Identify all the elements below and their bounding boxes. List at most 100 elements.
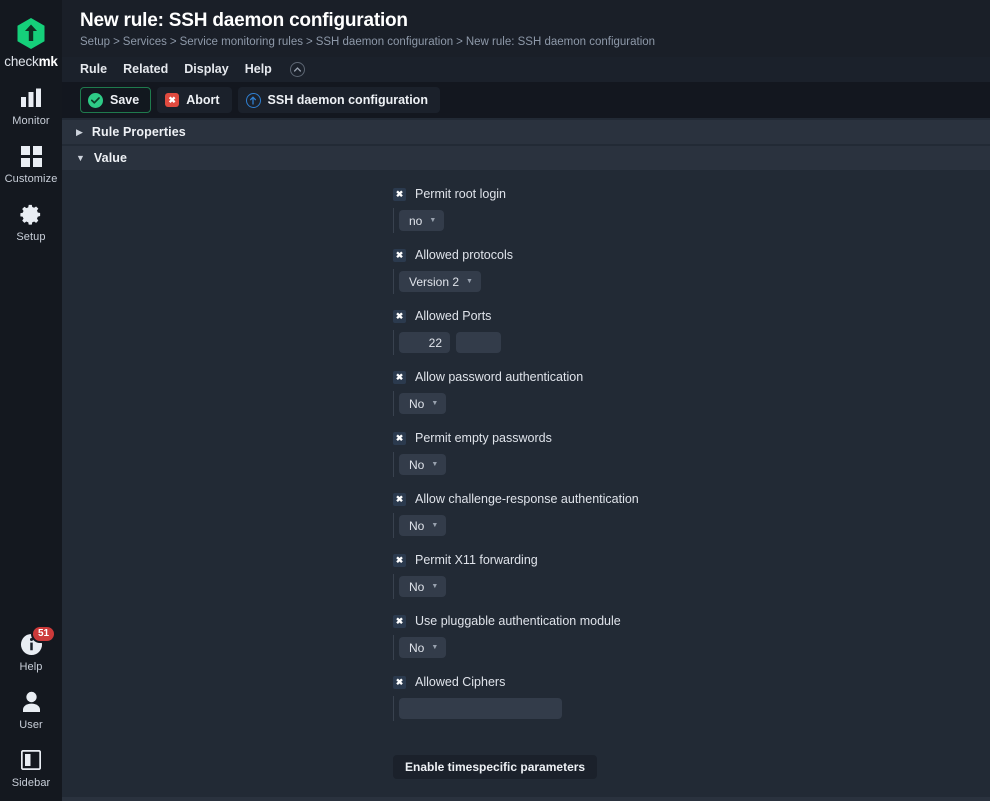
breadcrumb-item[interactable]: SSH daemon configuration: [316, 36, 453, 48]
field-checkbox[interactable]: ✖: [393, 431, 406, 445]
section-conditions[interactable]: ▶ Conditions: [62, 797, 990, 801]
allowed-protocols-select[interactable]: Version 2 ▼: [399, 271, 481, 292]
save-button-label: Save: [110, 93, 140, 107]
page-header: New rule: SSH daemon configuration Setup…: [62, 0, 990, 57]
chevron-down-icon: ▼: [466, 278, 473, 285]
value-form: ✖ Permit root login no ▼ ✖ Allowed proto…: [62, 170, 990, 795]
field-value-row: Version 2 ▼: [393, 269, 990, 294]
use-pluggable-authentication-module-select[interactable]: No ▼: [399, 637, 447, 658]
close-square-icon: ✖: [165, 93, 180, 107]
allowed-ports-secondary-input[interactable]: [456, 332, 501, 353]
sidebar-logo-text: checkmk: [4, 54, 58, 69]
sidebar-panel-icon: [18, 747, 44, 773]
select-value: No: [409, 640, 425, 655]
save-button[interactable]: Save: [80, 87, 152, 113]
ssh-daemon-configuration-button[interactable]: SSH daemon configuration: [237, 87, 440, 113]
field-label: Permit empty passwords: [415, 431, 552, 445]
field-checkbox[interactable]: ✖: [393, 309, 406, 323]
allow-challenge-response-authentication-select[interactable]: No ▼: [399, 515, 447, 536]
chevron-down-icon: ▼: [431, 583, 439, 590]
breadcrumb-item[interactable]: Setup: [80, 36, 110, 48]
sidebar-item-label: Monitor: [12, 115, 50, 127]
chevron-down-icon: ▼: [76, 152, 85, 163]
menu-item-rule[interactable]: Rule: [80, 57, 123, 82]
field-allowed-ports: ✖ Allowed Ports: [62, 308, 990, 355]
field-checkbox[interactable]: ✖: [393, 248, 406, 262]
section-title: Value: [93, 151, 128, 165]
chevron-down-icon: ▼: [431, 400, 439, 407]
check-circle-icon: [88, 92, 103, 108]
field-checkbox[interactable]: ✖: [393, 187, 406, 201]
field-label-row: ✖ Allowed protocols: [393, 247, 990, 263]
permit-root-login-select[interactable]: no ▼: [399, 210, 445, 231]
field-label: Use pluggable authentication module: [415, 614, 621, 628]
menu-item-help[interactable]: Help: [245, 57, 288, 82]
enable-timespecific-parameters-button[interactable]: Enable timespecific parameters: [393, 755, 598, 779]
chevron-down-icon: ▼: [431, 461, 439, 468]
bar-chart-icon: [18, 85, 44, 111]
select-value: No: [409, 457, 425, 472]
sidebar-item-setup[interactable]: Setup: [0, 192, 62, 250]
field-checkbox[interactable]: ✖: [393, 492, 406, 506]
field-label-row: ✖ Permit empty passwords: [393, 430, 990, 446]
field-value-row: No ▼: [393, 452, 990, 477]
sidebar-item-customize[interactable]: Customize: [0, 134, 62, 192]
field-permit-x11-forwarding: ✖ Permit X11 forwarding No ▼: [62, 552, 990, 599]
chevron-up-circle-icon[interactable]: [289, 62, 305, 77]
select-value: No: [409, 396, 425, 411]
field-permit-root-login: ✖ Permit root login no ▼: [62, 186, 990, 233]
allowed-ciphers-input[interactable]: [399, 698, 562, 719]
field-label: Allowed Ciphers: [415, 675, 506, 689]
select-value: Version 2: [409, 274, 460, 289]
field-allowed-protocols: ✖ Allowed protocols Version 2 ▼: [62, 247, 990, 294]
field-value-row: [393, 330, 990, 355]
section-value[interactable]: ▼ Value: [62, 146, 990, 170]
sidebar-item-help[interactable]: 51 Help: [0, 622, 62, 680]
breadcrumb-separator: >: [456, 36, 463, 48]
allow-password-authentication-select[interactable]: No ▼: [399, 393, 447, 414]
sidebar: checkmk Monitor Customize Setup 51 Help …: [0, 0, 62, 801]
menu-item-display[interactable]: Display: [184, 57, 244, 82]
field-use-pluggable-authentication-module: ✖ Use pluggable authentication module No…: [62, 613, 990, 660]
permit-x11-forwarding-select[interactable]: No ▼: [399, 576, 447, 597]
field-label: Permit X11 forwarding: [415, 553, 538, 567]
field-label: Allowed Ports: [415, 309, 492, 323]
field-checkbox[interactable]: ✖: [393, 675, 406, 689]
select-value: no: [409, 213, 423, 228]
help-badge: 51: [31, 625, 57, 643]
ssh-daemon-configuration-label: SSH daemon configuration: [267, 93, 428, 107]
app-root: checkmk Monitor Customize Setup 51 Help …: [0, 0, 990, 801]
gear-icon: [18, 201, 44, 227]
field-checkbox[interactable]: ✖: [393, 553, 406, 567]
breadcrumb-item[interactable]: Services: [123, 36, 167, 48]
field-checkbox[interactable]: ✖: [393, 370, 406, 384]
abort-button-label: Abort: [186, 93, 220, 107]
permit-empty-passwords-select[interactable]: No ▼: [399, 454, 447, 475]
field-checkbox[interactable]: ✖: [393, 614, 406, 628]
allowed-ports-input[interactable]: [399, 332, 450, 353]
field-label: Allow challenge-response authentication: [415, 492, 639, 506]
field-label-row: ✖ Permit root login: [393, 186, 990, 202]
sidebar-item-user[interactable]: User: [0, 680, 62, 738]
field-label-row: ✖ Allowed Ports: [393, 308, 990, 324]
abort-button[interactable]: ✖ Abort: [157, 87, 232, 113]
field-allow-password-authentication: ✖ Allow password authentication No ▼: [62, 369, 990, 416]
field-value-row: No ▼: [393, 635, 990, 660]
field-value-row: No ▼: [393, 391, 990, 416]
field-allow-challenge-response-authentication: ✖ Allow challenge-response authenticatio…: [62, 491, 990, 538]
breadcrumb-separator: >: [169, 36, 177, 48]
user-icon: [18, 689, 44, 715]
sidebar-item-monitor[interactable]: Monitor: [0, 76, 62, 134]
field-label-row: ✖ Use pluggable authentication module: [393, 613, 990, 629]
field-label-row: ✖ Allow challenge-response authenticatio…: [393, 491, 990, 507]
menu-bar: Rule Related Display Help: [62, 57, 990, 82]
sidebar-item-sidebar-toggle[interactable]: Sidebar: [0, 738, 62, 801]
breadcrumb-item[interactable]: Service monitoring rules: [180, 36, 303, 48]
select-value: No: [409, 579, 425, 594]
field-allowed-ciphers: ✖ Allowed Ciphers: [62, 674, 990, 721]
field-label: Allowed protocols: [415, 248, 513, 262]
sidebar-item-label: User: [19, 719, 43, 731]
menu-item-related[interactable]: Related: [123, 57, 184, 82]
sidebar-logo[interactable]: checkmk: [0, 8, 62, 76]
section-rule-properties[interactable]: ▶ Rule Properties: [62, 120, 990, 144]
